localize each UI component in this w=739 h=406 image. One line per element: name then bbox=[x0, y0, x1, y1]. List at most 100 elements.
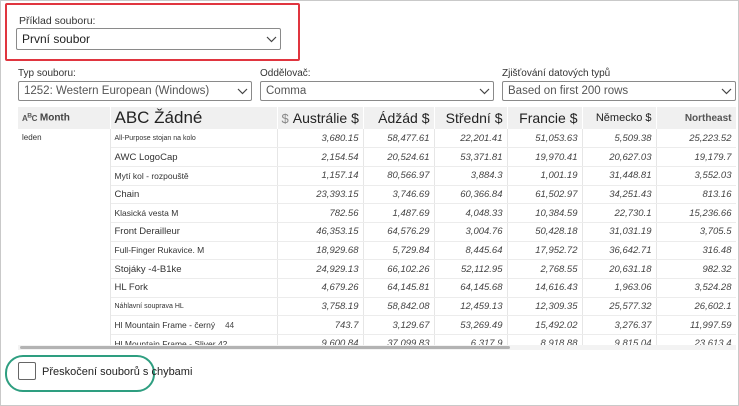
product-name: Náhlavní souprava HL bbox=[114, 303, 184, 311]
horizontal-scrollbar[interactable] bbox=[18, 345, 736, 350]
product-cell: All-Purpose stojan na kolo bbox=[110, 129, 278, 149]
value-cell: 3,884.3 bbox=[434, 166, 508, 186]
table-header-row: ABC Month ABC Žádné $ Austrálie $ Ádžád $ … bbox=[18, 107, 736, 129]
value-cell: 12,309.35 bbox=[507, 297, 583, 317]
value-cell: 26,602.1 bbox=[656, 297, 736, 317]
product-cell: Klasická vesta M bbox=[110, 203, 278, 223]
product-name: Chain bbox=[114, 188, 140, 200]
value-cell: 64,145.68 bbox=[434, 278, 508, 298]
product-cell: Hl Mountain Frame - Sliver 42 bbox=[110, 334, 278, 345]
sample-file-dropdown[interactable]: První soubor bbox=[16, 28, 281, 50]
value-cell: 50,428.18 bbox=[507, 222, 583, 242]
detection-dropdown[interactable]: Based on first 200 rows bbox=[502, 81, 736, 101]
file-origin-dropdown[interactable]: 1252: Western European (Windows) bbox=[18, 81, 252, 101]
chevron-down-icon bbox=[475, 82, 493, 100]
value-cell: 25,577.32 bbox=[582, 297, 657, 317]
chevron-down-icon bbox=[262, 29, 280, 49]
product-name: Front Derailleur bbox=[114, 226, 180, 238]
value-cell: 52,112.95 bbox=[434, 259, 508, 279]
column-header-australia[interactable]: $ Austrálie $ bbox=[277, 107, 364, 129]
delimiter-value: Comma bbox=[266, 85, 307, 97]
value-cell: 4,048.33 bbox=[434, 203, 508, 223]
value-cell: 20,524.61 bbox=[363, 147, 435, 167]
skip-errors-checkbox[interactable] bbox=[18, 362, 36, 380]
value-cell: 4,679.26 bbox=[277, 278, 364, 298]
value-cell: 64,576.29 bbox=[363, 222, 435, 242]
delimiter-dropdown[interactable]: Comma bbox=[260, 81, 494, 101]
value-cell: 3,524.28 bbox=[656, 278, 736, 298]
product-cell: Mytí kol - rozpouště bbox=[110, 166, 278, 186]
table-row: Full-Finger Rukavice. M 18,929.68 5,729.84… bbox=[18, 241, 736, 261]
table-row: Front Derailleur 46,353.15 64,576.29 3,004.… bbox=[18, 222, 736, 242]
product-cell: AWC LogoCap bbox=[110, 147, 278, 167]
product-cell: Hl Mountain Frame - černý 44 bbox=[110, 315, 278, 336]
value-cell: 982.32 bbox=[656, 259, 736, 279]
value-cell: 9,815.04 bbox=[582, 334, 657, 345]
value-cell: 3,705.5 bbox=[656, 222, 736, 242]
value-cell: 36,642.71 bbox=[582, 241, 657, 261]
preview-table: ABC Month ABC Žádné $ Austrálie $ Ádžád $ … bbox=[18, 107, 736, 345]
sample-file-value: První soubor bbox=[22, 32, 91, 46]
value-cell: 20,627.03 bbox=[582, 147, 657, 167]
chevron-down-icon bbox=[233, 82, 251, 100]
table-row: Mytí kol - rozpouště 1,157.14 80,566.97 3,8… bbox=[18, 166, 736, 186]
value-cell: 1,001.19 bbox=[507, 166, 583, 186]
table-row: Klasická vesta M 782.56 1,487.69 4,048.33 10… bbox=[18, 203, 736, 223]
product-name: Full-Finger Rukavice. M bbox=[114, 245, 205, 256]
value-cell: 58,842.08 bbox=[363, 297, 435, 317]
currency-icon: $ bbox=[281, 111, 289, 126]
skip-errors-label: Přeskočení souborů s chybami bbox=[42, 366, 193, 378]
product-name: HL Fork bbox=[114, 282, 148, 294]
value-cell: 31,031.19 bbox=[582, 222, 657, 242]
sample-file-label: Příklad souboru: bbox=[19, 15, 96, 27]
column-header-northeast[interactable]: Northeast bbox=[656, 107, 736, 129]
value-cell: 58,477.61 bbox=[363, 129, 435, 149]
value-cell: 20,631.18 bbox=[582, 259, 657, 279]
scrollbar-thumb[interactable] bbox=[20, 346, 510, 349]
value-cell: 14,616.43 bbox=[507, 278, 583, 298]
product-cell: HL Fork bbox=[110, 278, 278, 298]
value-cell: 53,269.49 bbox=[434, 315, 508, 336]
value-cell: 37,099.83 bbox=[363, 334, 435, 345]
column-header-month[interactable]: ABC Month bbox=[18, 107, 111, 129]
value-cell: 25,223.52 bbox=[656, 129, 736, 149]
column-header-adzad[interactable]: Ádžád $ bbox=[363, 107, 435, 129]
value-cell: 1,487.69 bbox=[363, 203, 435, 223]
value-cell: 15,492.02 bbox=[507, 315, 583, 336]
value-cell: 24,929.13 bbox=[277, 259, 364, 279]
column-header-stredni[interactable]: Střední $ bbox=[434, 107, 508, 129]
preview-table-container: ABC Month ABC Žádné $ Austrálie $ Ádžád $ … bbox=[18, 107, 736, 345]
value-cell: 1,157.14 bbox=[277, 166, 364, 186]
value-cell: 743.7 bbox=[277, 315, 364, 336]
text-type-icon: ABC bbox=[22, 112, 37, 123]
table-row: Hl Mountain Frame - černý 44 743.7 3,129.67… bbox=[18, 315, 736, 336]
value-cell: 66,102.26 bbox=[363, 259, 435, 279]
value-cell: 8,918.88 bbox=[507, 334, 583, 345]
column-header-francie[interactable]: Francie $ bbox=[507, 107, 583, 129]
product-name: Stojáky -4-B1ke bbox=[114, 263, 182, 275]
value-cell: 3,746.69 bbox=[363, 185, 435, 205]
product-cell: Chain bbox=[110, 185, 278, 205]
value-cell: 5,729.84 bbox=[363, 241, 435, 261]
product-cell: Stojáky -4-B1ke bbox=[110, 259, 278, 279]
column-header-nemecko[interactable]: Německo $ bbox=[582, 107, 657, 129]
value-cell: 3,276.37 bbox=[582, 315, 657, 336]
value-cell: 34,251.43 bbox=[582, 185, 657, 205]
value-cell: 1,963.06 bbox=[582, 278, 657, 298]
value-cell: 11,997.59 bbox=[656, 315, 736, 336]
value-cell: 5,509.38 bbox=[582, 129, 657, 149]
value-cell: 31,448.81 bbox=[582, 166, 657, 186]
column-header-product[interactable]: ABC Žádné bbox=[110, 107, 278, 129]
value-cell: 2,768.55 bbox=[507, 259, 583, 279]
value-cell: 51,053.63 bbox=[507, 129, 583, 149]
product-cell: Front Derailleur bbox=[110, 222, 278, 242]
value-cell: 61,502.97 bbox=[507, 185, 583, 205]
detection-label: Zjišťování datových typů bbox=[502, 68, 611, 79]
value-cell: 23,393.15 bbox=[277, 185, 364, 205]
file-origin-label: Typ souboru: bbox=[18, 68, 76, 79]
product-cell: Full-Finger Rukavice. M bbox=[110, 241, 278, 261]
table-row: Chain 23,393.15 3,746.69 60,366.84 61,502.97… bbox=[18, 185, 736, 205]
value-cell: 2,154.54 bbox=[277, 147, 364, 167]
table-row: Náhlavní souprava HL 3,758.19 58,842.08 12,… bbox=[18, 297, 736, 317]
row-mark: 44 bbox=[225, 321, 235, 331]
